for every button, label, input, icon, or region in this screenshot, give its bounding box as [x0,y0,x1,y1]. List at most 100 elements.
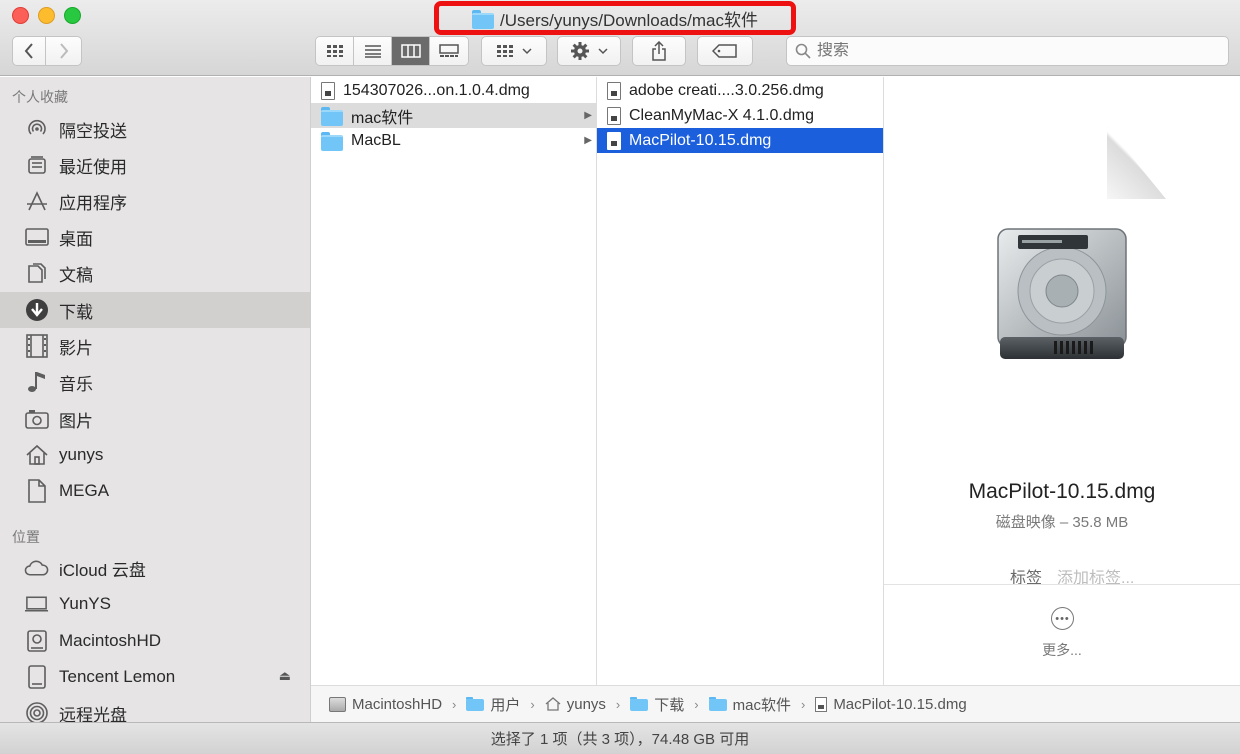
home-icon [24,443,49,467]
file-row[interactable]: adobe creati....3.0.256.dmg [597,78,883,103]
crumb-label: MacintoshHD [352,695,443,713]
titlebar: /Users/yunys/Downloads/mac软件 [0,0,1240,76]
sidebar-item-macintoshhd[interactable]: MacintoshHD [0,623,310,659]
eject-icon[interactable]: ⏏ [279,668,291,684]
sidebar-item-pictures[interactable]: 图片 [0,401,310,437]
folder-icon [321,107,343,126]
list-icon [364,45,381,58]
file-name: 154307026...on.1.0.4.dmg [343,81,530,99]
preview-file-kind: 磁盘映像 – 35.8 MB [995,514,1129,531]
preview-pane: MacPilot-10.15.dmg 磁盘映像 – 35.8 MB 标签 添加标… [884,77,1240,685]
icon-view-button[interactable] [316,37,354,65]
path-crumb-users[interactable]: 用户 [466,694,520,715]
zoom-window-button[interactable] [64,7,81,24]
forward-button[interactable] [46,36,82,66]
status-text: 选择了 1 项（共 3 项），74.48 GB 可用 [490,731,750,748]
sidebar-item-label: MacintoshHD [59,631,162,650]
chevron-right-icon: › [452,696,457,712]
path-crumb-macintoshhd[interactable]: MacintoshHD [329,696,442,713]
sidebar-item-airdrop[interactable]: 隔空投送 [0,111,310,147]
columns-icon [400,44,421,58]
pictures-icon [24,407,49,431]
close-window-button[interactable] [12,7,29,24]
sidebar-item-remote-disc[interactable]: 远程光盘 [0,695,310,723]
folder-icon [466,697,485,711]
sidebar-item-label: 隔空投送 [59,121,127,141]
status-bar: 选择了 1 项（共 3 项），74.48 GB 可用 [0,722,1240,754]
sidebar-item-label: iCloud 云盘 [59,560,146,580]
column-view-button[interactable] [392,37,430,65]
sidebar-item-label: 远程光盘 [59,705,127,723]
browser-column-downloads: 154307026...on.1.0.4.dmg mac软件 ▶ MacBL ▶ [311,77,597,685]
gallery-view-button[interactable] [430,37,468,65]
path-crumb-downloads[interactable]: 下载 [630,694,684,715]
sidebar-item-icloud[interactable]: iCloud 云盘 [0,550,310,586]
music-icon [24,370,49,394]
more-icon[interactable]: ••• [1051,607,1074,630]
sidebar-item-label: YunYS [59,594,111,613]
folder-name: MacBL [351,131,401,149]
preview-file-name: MacPilot-10.15.dmg [968,480,1156,503]
folder-row[interactable]: mac软件 ▶ [311,103,596,128]
disk-image-file-icon [607,81,621,100]
view-mode-group [315,36,469,66]
file-row-selected[interactable]: MacPilot-10.15.dmg [597,128,883,153]
icon-grid-icon [326,45,343,57]
path-crumb-file[interactable]: MacPilot-10.15.dmg [815,695,967,713]
share-icon [652,41,666,61]
chevron-left-icon [24,43,33,59]
sidebar-item-documents[interactable]: 文稿 [0,255,310,291]
sidebar-item-home[interactable]: yunys [0,437,310,473]
sidebar-item-movies[interactable]: 影片 [0,328,310,364]
sidebar-item-mega[interactable]: MEGA [0,473,310,509]
chevron-right-icon: › [615,696,621,712]
list-view-button[interactable] [354,37,392,65]
search-field[interactable] [786,36,1229,66]
document-icon [24,479,49,503]
sidebar-item-label: yunys [59,445,104,464]
laptop-icon [24,592,49,616]
share-button[interactable] [632,36,686,66]
sidebar-item-label: Tencent Lemon [59,667,176,686]
disk-image-file-icon [321,81,335,100]
more-label[interactable]: 更多... [884,640,1240,660]
back-button[interactable] [12,36,46,66]
folder-icon [321,132,343,151]
movies-icon [24,334,49,358]
group-by-button[interactable] [481,36,547,66]
chevron-right-icon: › [800,696,806,712]
sidebar-item-label: 最近使用 [59,157,127,177]
desktop-icon [24,225,49,249]
disk-image-file-icon [607,106,621,125]
path-crumb-home[interactable]: yunys [545,696,606,713]
gallery-icon [439,44,459,57]
sidebar-item-label: 音乐 [59,374,93,394]
file-row[interactable]: CleanMyMac-X 4.1.0.dmg [597,103,883,128]
chevron-right-icon [59,43,68,59]
locations-header: 位置 [12,529,40,545]
chevron-right-icon: › [694,696,699,712]
crumb-label: 用户 [490,696,521,714]
sidebar-item-recents[interactable]: 最近使用 [0,147,310,183]
path-crumb-mac-software[interactable]: mac软件 [708,694,791,715]
sidebar-item-music[interactable]: 音乐 [0,364,310,400]
disclosure-arrow-icon: ▶ [584,135,592,146]
folder-icon [708,697,727,711]
folder-row[interactable]: MacBL ▶ [311,128,596,153]
sidebar-item-applications[interactable]: 应用程序 [0,183,310,219]
crumb-label: mac软件 [732,696,791,714]
sidebar-item-downloads[interactable]: 下载 [0,292,310,328]
action-menu-button[interactable] [557,36,621,66]
file-row[interactable]: 154307026...on.1.0.4.dmg [311,78,596,103]
search-input[interactable] [817,42,1197,60]
sidebar-item-yunys[interactable]: YunYS [0,586,310,622]
sidebar-item-label: 应用程序 [59,193,127,213]
sidebar-item-desktop[interactable]: 桌面 [0,219,310,255]
gear-icon [571,42,589,60]
tags-button[interactable] [697,36,753,66]
path-bar: MacintoshHD › 用户 › yunys › 下载 › mac软件 › … [311,685,1240,722]
airdrop-icon [24,117,49,141]
sidebar-item-tencent-lemon[interactable]: Tencent Lemon ⏏ [0,659,310,695]
crumb-label: MacPilot-10.15.dmg [833,695,967,713]
minimize-window-button[interactable] [38,7,55,24]
